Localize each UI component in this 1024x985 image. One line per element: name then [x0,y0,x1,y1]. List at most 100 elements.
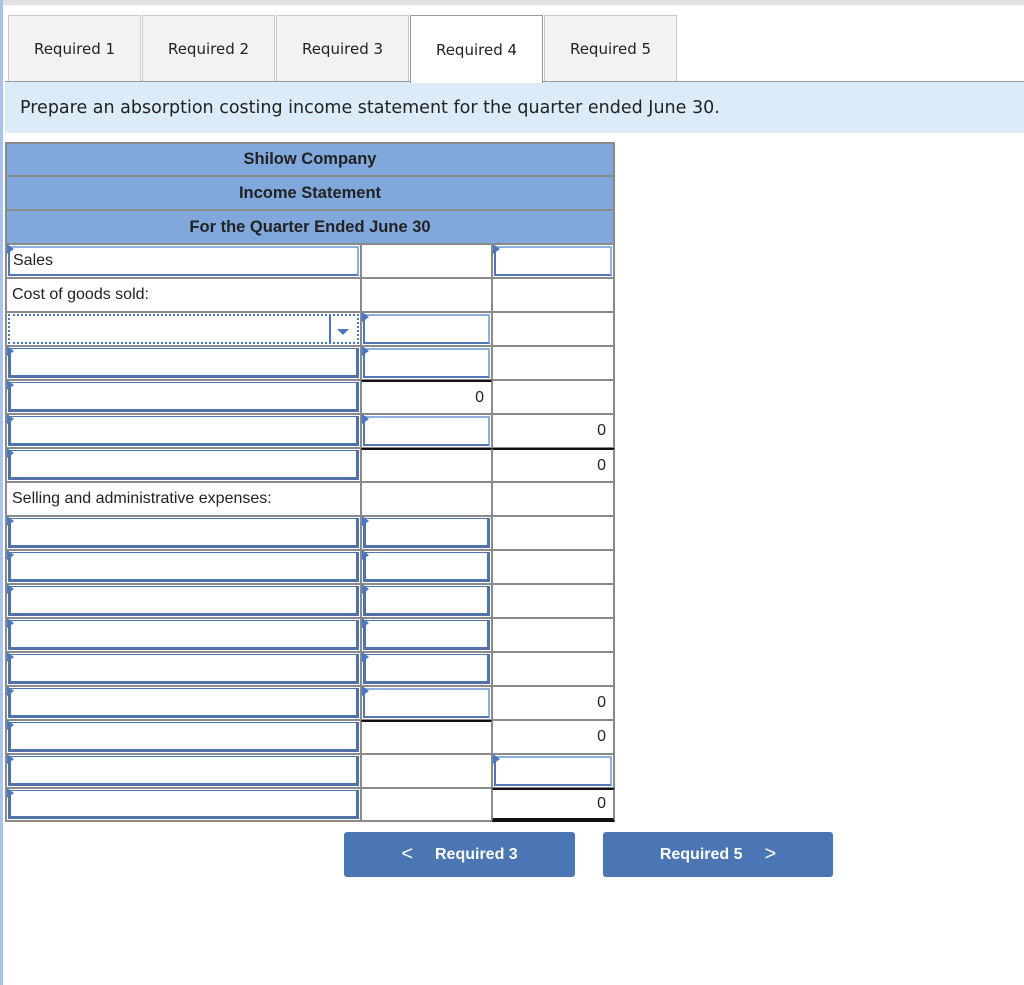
label-input[interactable] [8,382,359,412]
input-marker-icon [362,550,369,560]
label-input[interactable] [8,552,359,582]
tab-required-4[interactable]: Required 4 [410,15,543,83]
input-marker-icon [7,448,14,458]
tab-required-2[interactable]: Required 2 [142,15,275,82]
label-cell [5,414,361,448]
tab-bar: Required 1 Required 2 Required 3 Require… [8,15,678,83]
amount-cell [361,584,492,618]
input-marker-icon [7,720,14,730]
label-cell [5,720,361,754]
amount-cell [361,414,492,448]
input-marker-icon [7,788,14,798]
cogs-item-dropdown[interactable] [8,314,359,344]
label-input[interactable] [8,450,359,480]
label-input[interactable] [8,654,359,684]
input-marker-icon [7,516,14,526]
amount-cell [492,312,615,346]
label-input[interactable] [8,518,359,548]
net-total-value: 0 [492,788,615,822]
input-marker-icon [7,652,14,662]
label-input[interactable] [8,416,359,446]
chevron-down-icon[interactable] [337,329,349,335]
amount-cell [492,346,615,380]
table-row [5,516,615,550]
label-input[interactable] [8,722,359,752]
sales-amount-cell [492,244,615,278]
amount-input[interactable] [363,518,490,548]
input-marker-icon [7,754,14,764]
sales-amount-input[interactable] [494,246,612,276]
instruction-text: Prepare an absorption costing income sta… [5,82,1024,133]
label-cell [5,448,361,482]
total-value: 0 [492,720,615,754]
amount-input[interactable] [363,586,490,616]
cogs-col2-cell [361,278,492,312]
amount-cell [361,686,492,720]
input-marker-icon [7,380,14,390]
statement-title-header: Income Statement [5,176,615,210]
cogs-label: Cost of goods sold: [5,278,361,312]
amount-cell [492,516,615,550]
table-row: 0 [5,720,615,754]
label-input[interactable] [8,620,359,650]
top-bar [3,0,1024,5]
input-marker-icon [362,414,369,424]
amount-input[interactable] [494,756,612,786]
input-marker-icon [362,686,369,696]
table-row: 0 [5,380,615,414]
amount-input[interactable] [363,620,490,650]
next-button-label: Required 5 [659,845,743,863]
statement-period-header: For the Quarter Ended June 30 [5,210,615,244]
input-marker-icon [362,516,369,526]
label-cell [5,652,361,686]
table-row: 0 [5,448,615,482]
input-marker-icon [7,244,14,254]
label-cell [5,346,361,380]
amount-cell [492,380,615,414]
sales-label-input[interactable]: Sales [8,246,359,276]
amount-input[interactable] [363,348,490,378]
amount-input[interactable] [363,314,490,344]
amount-cell [361,312,492,346]
label-input[interactable] [8,756,359,786]
total-value: 0 [492,414,615,448]
tab-required-3[interactable]: Required 3 [276,15,409,82]
table-row-sga-heading: Selling and administrative expenses: [5,482,615,516]
amount-cell [492,550,615,584]
label-cell [5,550,361,584]
label-input[interactable] [8,348,359,378]
amount-cell [361,788,492,822]
table-row [5,550,615,584]
cogs-col3-cell [492,278,615,312]
dropdown-separator [329,316,331,342]
amount-cell [492,618,615,652]
tab-required-1[interactable]: Required 1 [8,15,141,82]
amount-cell [361,652,492,686]
next-required-button[interactable]: Required 5 > [603,832,833,877]
amount-cell [492,584,615,618]
amount-input[interactable] [363,552,490,582]
amount-input[interactable] [363,654,490,684]
sga-total-value: 0 [492,686,615,720]
amount-cell [361,448,492,482]
input-marker-icon [7,584,14,594]
label-cell [5,584,361,618]
input-marker-icon [7,618,14,628]
label-input[interactable] [8,586,359,616]
income-statement-table: Shilow Company Income Statement For the … [5,142,615,822]
table-row [5,652,615,686]
amount-input[interactable] [363,688,490,718]
input-marker-icon [362,618,369,628]
previous-required-button[interactable]: < Required 3 [344,832,575,877]
amount-input[interactable] [363,416,490,446]
table-row [5,312,615,346]
sales-label-cell: Sales [5,244,361,278]
label-input[interactable] [8,688,359,718]
label-input[interactable] [8,790,359,819]
input-marker-icon [7,414,14,424]
cogs-item-cell [5,312,361,346]
label-cell [5,618,361,652]
tab-required-5[interactable]: Required 5 [544,15,677,82]
table-row-cogs-heading: Cost of goods sold: [5,278,615,312]
sales-col2-cell [361,244,492,278]
